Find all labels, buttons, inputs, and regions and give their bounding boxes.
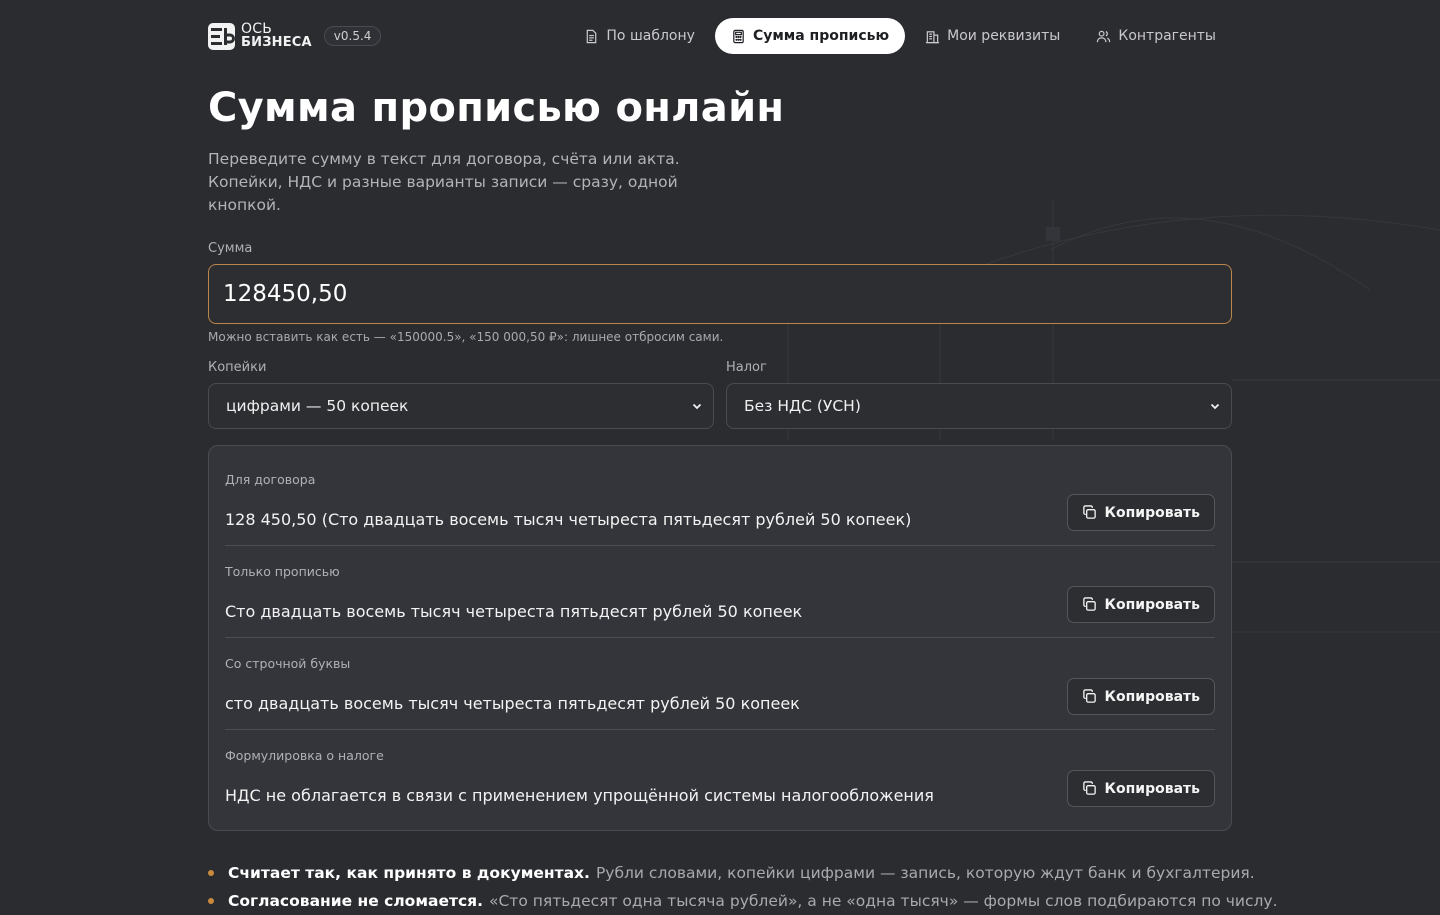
copy-icon: [1082, 597, 1096, 611]
document-icon: [587, 29, 597, 43]
building-icon: [926, 30, 940, 43]
chevron-down-icon: [692, 403, 702, 410]
kopecks-select[interactable]: цифрами — 50 копеек: [208, 383, 714, 429]
kopecks-selected-value: цифрами — 50 копеек: [226, 397, 409, 415]
nav-my-details[interactable]: Мои реквизиты: [909, 18, 1076, 54]
logo-line2: БИЗНЕСА: [241, 35, 312, 50]
nav-counterparties-label: Контрагенты: [1118, 28, 1216, 44]
main-nav: По шаблону Сумма прописью Мои реквизиты: [568, 18, 1232, 54]
copy-button[interactable]: Копировать: [1066, 586, 1215, 623]
bullet-icon: [208, 870, 214, 876]
nav-counterparties[interactable]: Контрагенты: [1080, 18, 1232, 54]
copy-button[interactable]: Копировать: [1066, 494, 1215, 531]
feature-title: Считает так, как принято в документах.: [228, 864, 590, 882]
kopecks-label: Копейки: [208, 360, 267, 375]
nav-templates[interactable]: По шаблону: [568, 18, 711, 54]
page-title: Сумма прописью онлайн: [208, 85, 785, 131]
features-list: Считает так, как принято в документах. Р…: [208, 859, 1278, 915]
copy-icon: [1082, 505, 1096, 519]
results-card: Для договора 128 450,50 (Сто двадцать во…: [208, 445, 1232, 831]
result-lowercase: Со строчной буквы сто двадцать восемь ты…: [225, 638, 1215, 730]
calculator-icon: [733, 29, 744, 43]
feature-item: Согласование не сломается. «Сто пятьдеся…: [208, 887, 1278, 915]
feature-text: «Сто пятьдесят одна тысяча рублей», а не…: [488, 892, 1278, 910]
result-text: 128 450,50 (Сто двадцать восемь тысяч че…: [225, 510, 912, 529]
copy-icon: [1082, 689, 1096, 703]
app-header: ОСЬ БИЗНЕСА v0.5.4 По шаблону Сумма проп…: [208, 0, 1232, 72]
copy-button-label: Копировать: [1104, 596, 1200, 613]
feature-item: Считает так, как принято в документах. Р…: [208, 859, 1255, 887]
tax-select[interactable]: Без НДС (УСН): [726, 383, 1232, 429]
result-contract: Для договора 128 450,50 (Сто двадцать во…: [225, 454, 1215, 546]
result-text: Сто двадцать восемь тысяч четыреста пять…: [225, 602, 803, 621]
copy-icon: [1082, 781, 1096, 795]
copy-button-label: Копировать: [1104, 688, 1200, 705]
sum-label: Сумма: [208, 241, 253, 256]
sum-hint: Можно вставить как есть — «150000.5», «1…: [208, 330, 724, 344]
nav-templates-label: По шаблону: [606, 28, 695, 44]
feature-title: Согласование не сломается.: [228, 892, 483, 910]
logo-mark-icon: [208, 22, 235, 50]
version-badge: v0.5.4: [323, 26, 382, 46]
result-label: Только прописью: [225, 564, 340, 579]
nav-sum-in-words[interactable]: Сумма прописью: [714, 18, 906, 54]
result-label: Для договора: [225, 472, 316, 487]
bullet-icon: [208, 898, 214, 904]
logo[interactable]: ОСЬ БИЗНЕСА: [208, 22, 312, 50]
copy-button[interactable]: Копировать: [1066, 770, 1215, 807]
result-label: Со строчной буквы: [225, 656, 351, 671]
tax-label: Налог: [726, 360, 767, 375]
users-icon: [1097, 30, 1111, 42]
result-text: сто двадцать восемь тысяч четыреста пять…: [225, 694, 800, 713]
page-subtitle: Переведите сумму в текст для договора, с…: [208, 150, 680, 214]
nav-my-details-label: Мои реквизиты: [947, 28, 1061, 44]
copy-button[interactable]: Копировать: [1066, 678, 1215, 715]
result-text: НДС не облагается в связи с применением …: [225, 786, 934, 805]
result-words-only: Только прописью Сто двадцать восемь тыся…: [225, 546, 1215, 638]
nav-sum-in-words-label: Сумма прописью: [752, 28, 890, 44]
result-label: Формулировка о налоге: [225, 748, 384, 763]
feature-text: Рубли словами, копейки цифрами — запись,…: [595, 864, 1255, 882]
sum-input[interactable]: [208, 264, 1232, 324]
copy-button-label: Копировать: [1104, 504, 1200, 521]
copy-button-label: Копировать: [1104, 780, 1200, 797]
result-tax-wording: Формулировка о налоге НДС не облагается …: [225, 730, 1215, 822]
chevron-down-icon: [1210, 403, 1220, 410]
tax-selected-value: Без НДС (УСН): [744, 397, 861, 415]
